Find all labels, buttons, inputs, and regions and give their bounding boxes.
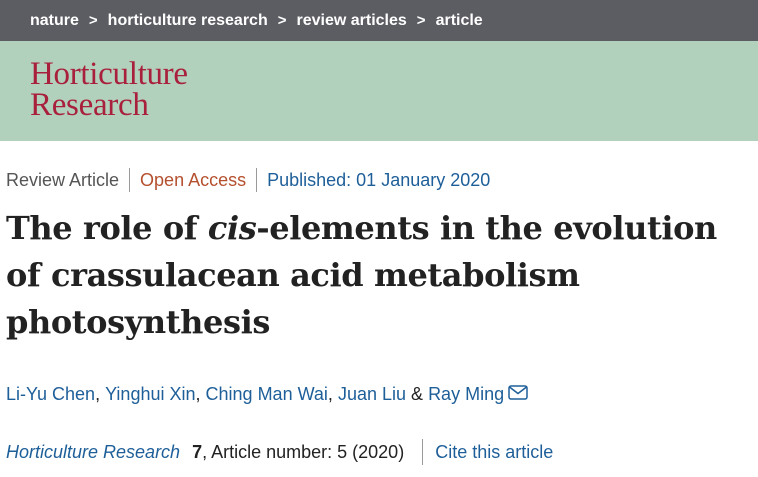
author-link[interactable]: Yinghui Xin xyxy=(105,384,195,405)
logo-line-2: Research xyxy=(30,87,149,123)
breadcrumb-article: article xyxy=(435,11,483,29)
journal-banner: Horticulture Research xyxy=(0,41,758,141)
author-ampersand: & xyxy=(411,384,424,404)
breadcrumb-nature[interactable]: nature xyxy=(30,12,79,30)
published-date: Published: 01 January 2020 xyxy=(256,168,500,192)
volume-number: 7 xyxy=(192,441,203,462)
article-type: Review Article xyxy=(6,170,120,190)
article-meta: Review Article Open Access Published: 01… xyxy=(6,168,500,192)
chevron-right-icon: > xyxy=(88,12,98,29)
breadcrumb-review-articles[interactable]: review articles xyxy=(297,12,407,30)
article-title: The role of cis-elements in the evolutio… xyxy=(6,205,746,346)
author-separator: , xyxy=(195,384,201,404)
cite-this-article-link[interactable]: Cite this article xyxy=(435,442,553,463)
author-list: Li-Yu Chen, Yinghui Xin, Ching Man Wai, … xyxy=(6,384,528,405)
breadcrumb-horticulture-research[interactable]: horticulture research xyxy=(108,12,268,30)
breadcrumb: nature > horticulture research > review … xyxy=(0,0,758,41)
article-number: , Article number: 5 (2020) xyxy=(202,441,405,462)
chevron-right-icon: > xyxy=(416,12,426,29)
email-icon[interactable] xyxy=(508,384,528,400)
author-link[interactable]: Ching Man Wai xyxy=(206,384,328,405)
open-access-badge: Open Access xyxy=(129,168,256,192)
journal-logo[interactable]: Horticulture Research xyxy=(30,56,188,123)
author-link[interactable]: Ray Ming xyxy=(428,384,504,405)
title-part-1: The role of xyxy=(6,209,208,247)
author-separator: , xyxy=(327,384,333,404)
author-link[interactable]: Juan Liu xyxy=(338,384,406,405)
journal-name-link[interactable]: Horticulture Research xyxy=(6,442,180,463)
divider xyxy=(422,439,424,465)
chevron-right-icon: > xyxy=(277,12,287,29)
author-separator: , xyxy=(95,384,101,404)
author-link[interactable]: Li-Yu Chen xyxy=(6,384,95,405)
logo-line-1: Horticulture xyxy=(30,56,188,92)
title-italic: cis xyxy=(207,209,257,247)
citation-line: Horticulture Research 7, Article number:… xyxy=(6,439,553,465)
